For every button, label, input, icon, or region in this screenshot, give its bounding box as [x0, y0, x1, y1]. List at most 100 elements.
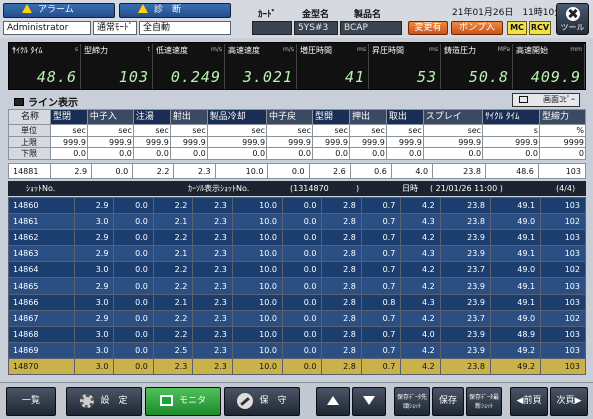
- panel-unit: t: [147, 46, 150, 53]
- history-cell: 0.7: [360, 309, 402, 327]
- panel-unit: s: [74, 46, 78, 53]
- history-cell: 4.0: [400, 325, 441, 343]
- card-field: [252, 21, 292, 35]
- maintenance-button[interactable]: 保 守: [224, 387, 300, 416]
- history-cell: 0.0: [281, 277, 323, 295]
- spec-cell: sec: [385, 124, 424, 137]
- spec-row: 単位 sec sec sec sec sec sec sec sec sec sec s%: [8, 124, 587, 137]
- table-row[interactable]: 14863 2.9 0.0 2.1 2.3 10.0 0.0 2.8 0.7 4.3 23.9 49.…: [8, 245, 586, 263]
- current-cell: 2.6: [308, 163, 351, 179]
- history-cell: 3.0: [73, 261, 115, 279]
- spec-cell: 0.0: [206, 147, 268, 160]
- history-cell: 2.2: [152, 196, 194, 215]
- panel-value: 41: [344, 68, 365, 86]
- history-cell: 49.1: [489, 293, 542, 311]
- screen-copy-button[interactable]: 画面ｺﾋﾟｰ: [512, 93, 580, 107]
- alarm-button[interactable]: アラーム: [3, 3, 115, 18]
- datetime-value: ( 21/01/26 11:00 ): [430, 184, 503, 193]
- tool-button[interactable]: ツール: [556, 3, 589, 35]
- history-cell: 103: [540, 196, 586, 215]
- history-cell: 0.0: [281, 309, 323, 327]
- history-cell: 23.8: [439, 357, 491, 376]
- next-page-button[interactable]: 次頁▶: [550, 387, 588, 416]
- table-row[interactable]: 14861 3.0 0.0 2.1 2.3 10.0 0.0 2.8 0.7 4.3 23.8 49.…: [8, 213, 586, 231]
- save-button[interactable]: 保存: [432, 387, 464, 416]
- shot-no: 14870: [8, 357, 75, 376]
- diagnosis-button[interactable]: 診 断: [119, 3, 231, 18]
- history-cell: 2.3: [192, 357, 233, 376]
- history-cell: 2.9: [73, 309, 115, 327]
- shot-no: 14862: [8, 229, 75, 247]
- table-row[interactable]: 14866 3.0 0.0 2.1 2.3 10.0 0.0 2.8 0.8 4.3 23.9 49.…: [8, 293, 586, 311]
- history-cell: 2.3: [152, 357, 194, 376]
- column-header: 中子入: [86, 108, 134, 126]
- spec-cell: 0.0: [132, 147, 171, 160]
- history-cell: 2.3: [192, 213, 233, 231]
- gear-icon: [80, 393, 95, 408]
- history-cell: 102: [540, 261, 586, 279]
- history-cell: 2.8: [321, 245, 362, 263]
- changed-button[interactable]: 変更有: [408, 21, 448, 35]
- shot-no: 14864: [8, 261, 75, 279]
- history-cell: 4.2: [400, 357, 441, 376]
- table-row[interactable]: 14869 3.0 0.0 2.5 2.3 10.0 0.0 2.8 0.7 4.2 23.9 49.…: [8, 341, 586, 359]
- table-row[interactable]: 14865 2.9 0.0 2.2 2.3 10.0 0.0 2.8 0.7 4.2 23.9 49.…: [8, 277, 586, 295]
- panel-value: 3.021: [242, 68, 293, 86]
- spec-cell: 999.9: [50, 135, 88, 149]
- table-row[interactable]: 14860 2.9 0.0 2.2 2.3 10.0 0.0 2.8 0.7 4.2 23.8 49.…: [8, 196, 586, 215]
- history-cell: 2.8: [321, 293, 362, 311]
- table-row[interactable]: 14867 2.9 0.0 2.2 2.3 10.0 0.0 2.8 0.7 4.2 23.7 49.…: [8, 309, 586, 327]
- history-cell: 0.7: [360, 325, 402, 343]
- pump-on-button[interactable]: ポンプ入: [451, 21, 503, 35]
- table-row[interactable]: 14862 2.9 0.0 2.2 2.3 10.0 0.0 2.8 0.7 4.2 23.9 49.…: [8, 229, 586, 247]
- column-header: 取出: [385, 108, 424, 126]
- current-cell: 4.0: [390, 163, 434, 179]
- table-row[interactable]: 14870 3.0 0.0 2.3 2.3 10.0 0.0 2.8 0.7 4.2 23.8 49.…: [8, 357, 586, 376]
- save-last-shot-button[interactable]: 保存ﾃﾞｰﾀ最新ｼｮｯﾄ: [466, 387, 502, 416]
- column-header: 押出: [348, 108, 387, 126]
- history-cell: 0.0: [281, 357, 323, 376]
- spec-cell: sec: [348, 124, 387, 137]
- rcv-button[interactable]: RCV: [529, 21, 551, 35]
- spec-cell: 0.0: [86, 147, 134, 160]
- history-cell: 4.3: [400, 213, 441, 231]
- history-cell: 2.3: [192, 229, 233, 247]
- save-first-shot-button[interactable]: 保存ﾃﾞｰﾀ先頭ｼｮｯﾄ: [394, 387, 430, 416]
- history-cell: 0.0: [281, 325, 323, 343]
- table-row[interactable]: 14864 3.0 0.0 2.2 2.3 10.0 0.0 2.8 0.7 4.2 23.7 49.…: [8, 261, 586, 279]
- history-cell: 2.8: [321, 261, 362, 279]
- line-display-title: ライン表示: [14, 94, 78, 109]
- history-cell: 2.9: [73, 245, 115, 263]
- settings-button[interactable]: 設 定: [66, 387, 142, 416]
- cursor-shot-label: ｶｰｿﾙ表示ｼｮｯﾄNo.: [188, 184, 250, 193]
- history-cell: 103: [540, 325, 586, 343]
- scroll-down-button[interactable]: [352, 387, 386, 416]
- warning-icon: [138, 4, 148, 13]
- history-cell: 2.3: [192, 341, 233, 359]
- monitor-button[interactable]: モニタ: [145, 387, 221, 416]
- spec-cell: sec: [169, 124, 208, 137]
- history-cell: 2.1: [152, 293, 194, 311]
- history-cell: 0.0: [113, 357, 154, 376]
- prev-page-button[interactable]: ◀前頁: [510, 387, 548, 416]
- history-cell: 0.0: [281, 261, 323, 279]
- history-cell: 102: [540, 213, 586, 231]
- panel-value: 103: [118, 68, 149, 86]
- history-cell: 2.8: [321, 229, 362, 247]
- history-cell: 0.7: [360, 261, 402, 279]
- shot-no: 14865: [8, 277, 75, 295]
- panel-value: 50.8: [468, 68, 509, 86]
- spec-cell: 0: [538, 147, 587, 160]
- mc-button[interactable]: MC: [507, 21, 527, 35]
- shot-history-table: 14860 2.9 0.0 2.2 2.3 10.0 0.0 2.8 0.7 4.2 23.8 49.…: [8, 196, 586, 376]
- current-shot-no: 14881: [8, 163, 51, 179]
- current-cell: 10.0: [214, 163, 269, 179]
- scroll-up-button[interactable]: [316, 387, 350, 416]
- shot-no: 14869: [8, 341, 75, 359]
- history-cell: 49.0: [489, 309, 542, 327]
- history-cell: 49.0: [489, 261, 542, 279]
- list-button[interactable]: 一覧: [6, 387, 56, 416]
- table-row[interactable]: 14868 3.0 0.0 2.2 2.3 10.0 0.0 2.8 0.7 4.0 23.9 48.…: [8, 325, 586, 343]
- auto-field: 全自動: [139, 21, 231, 35]
- current-cell: 2.9: [49, 163, 93, 179]
